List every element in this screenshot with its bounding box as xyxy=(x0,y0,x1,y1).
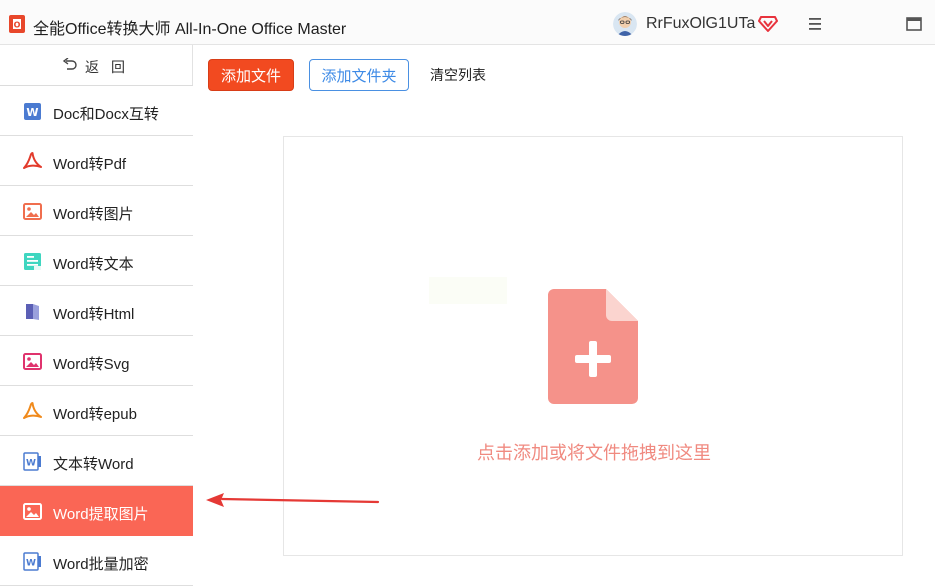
sidebar-item-label: 文本转Word xyxy=(53,456,134,473)
background-patch xyxy=(429,277,507,304)
sidebar-item-word-svg[interactable]: Word转Svg xyxy=(0,336,193,386)
svg-text:W: W xyxy=(26,106,38,119)
back-label: 返回 xyxy=(85,59,137,75)
svg-text:W: W xyxy=(26,559,36,569)
username[interactable]: RrFuxOlG1UTa xyxy=(646,15,755,33)
sidebar-item-word-epub[interactable]: Word转epub xyxy=(0,386,193,436)
vip-diamond-icon[interactable] xyxy=(758,13,778,33)
word-outline-icon: W xyxy=(23,452,41,471)
svg-text:W: W xyxy=(26,459,36,469)
sidebar-item-label: Doc和Docx互转 xyxy=(53,106,159,123)
add-file-button[interactable]: 添加文件 xyxy=(208,59,294,91)
app-title: 全能Office转换大师 All-In-One Office Master xyxy=(33,21,347,38)
sidebar-item-label: Word转epub xyxy=(53,406,137,423)
sidebar-item-label: Word转Pdf xyxy=(53,156,127,173)
sidebar-item-label: Word提取图片 xyxy=(53,506,149,523)
sidebar-item-text-word[interactable]: W 文本转Word xyxy=(0,436,193,486)
text-file-icon xyxy=(24,253,41,270)
html-book-icon xyxy=(26,304,39,320)
back-arrow-icon xyxy=(62,58,77,70)
sidebar-item-label: Word转文本 xyxy=(53,256,134,273)
sidebar-item-word-extract-image[interactable]: Word提取图片 xyxy=(0,486,193,536)
svg-image-icon xyxy=(23,353,42,370)
drop-hint-text: 点击添加或将文件拖拽到这里 xyxy=(477,443,711,463)
pdf-icon xyxy=(23,152,42,169)
word-doc-icon: W xyxy=(24,103,41,120)
sidebar: 返回 W Doc和Docx互转 Word转Pdf Word转图片 Word转文本 xyxy=(0,45,193,586)
sidebar-item-label: Word批量加密 xyxy=(53,556,149,573)
annotation-arrow xyxy=(206,493,380,507)
sidebar-item-label: Word转Html xyxy=(53,306,135,323)
svg-text:O: O xyxy=(14,21,21,30)
user-avatar[interactable] xyxy=(613,12,637,36)
maximize-window-icon[interactable] xyxy=(905,16,923,32)
title-bar: O 全能Office转换大师 All-In-One Office Master … xyxy=(0,0,935,45)
sidebar-item-word-text[interactable]: Word转文本 xyxy=(0,236,193,286)
back-button[interactable]: 返回 xyxy=(0,45,193,86)
clear-list-button[interactable]: 清空列表 xyxy=(420,59,496,91)
epub-icon xyxy=(23,402,42,419)
word-lock-icon: W xyxy=(23,552,41,571)
image-icon xyxy=(23,203,42,220)
sidebar-item-word-html[interactable]: Word转Html xyxy=(0,286,193,336)
hamburger-menu-icon[interactable] xyxy=(806,16,824,32)
add-folder-button[interactable]: 添加文件夹 xyxy=(309,59,409,91)
sidebar-item-word-pdf[interactable]: Word转Pdf xyxy=(0,136,193,186)
sidebar-item-label: Word转图片 xyxy=(53,206,134,223)
file-add-icon[interactable] xyxy=(548,289,638,404)
office-logo-icon: O xyxy=(9,15,25,33)
sidebar-item-label: Word转Svg xyxy=(53,356,130,373)
sidebar-item-word-image[interactable]: Word转图片 xyxy=(0,186,193,236)
sidebar-item-word-encrypt[interactable]: W Word批量加密 xyxy=(0,536,193,586)
extract-image-icon xyxy=(23,503,42,520)
sidebar-item-doc-docx[interactable]: W Doc和Docx互转 xyxy=(0,86,193,136)
